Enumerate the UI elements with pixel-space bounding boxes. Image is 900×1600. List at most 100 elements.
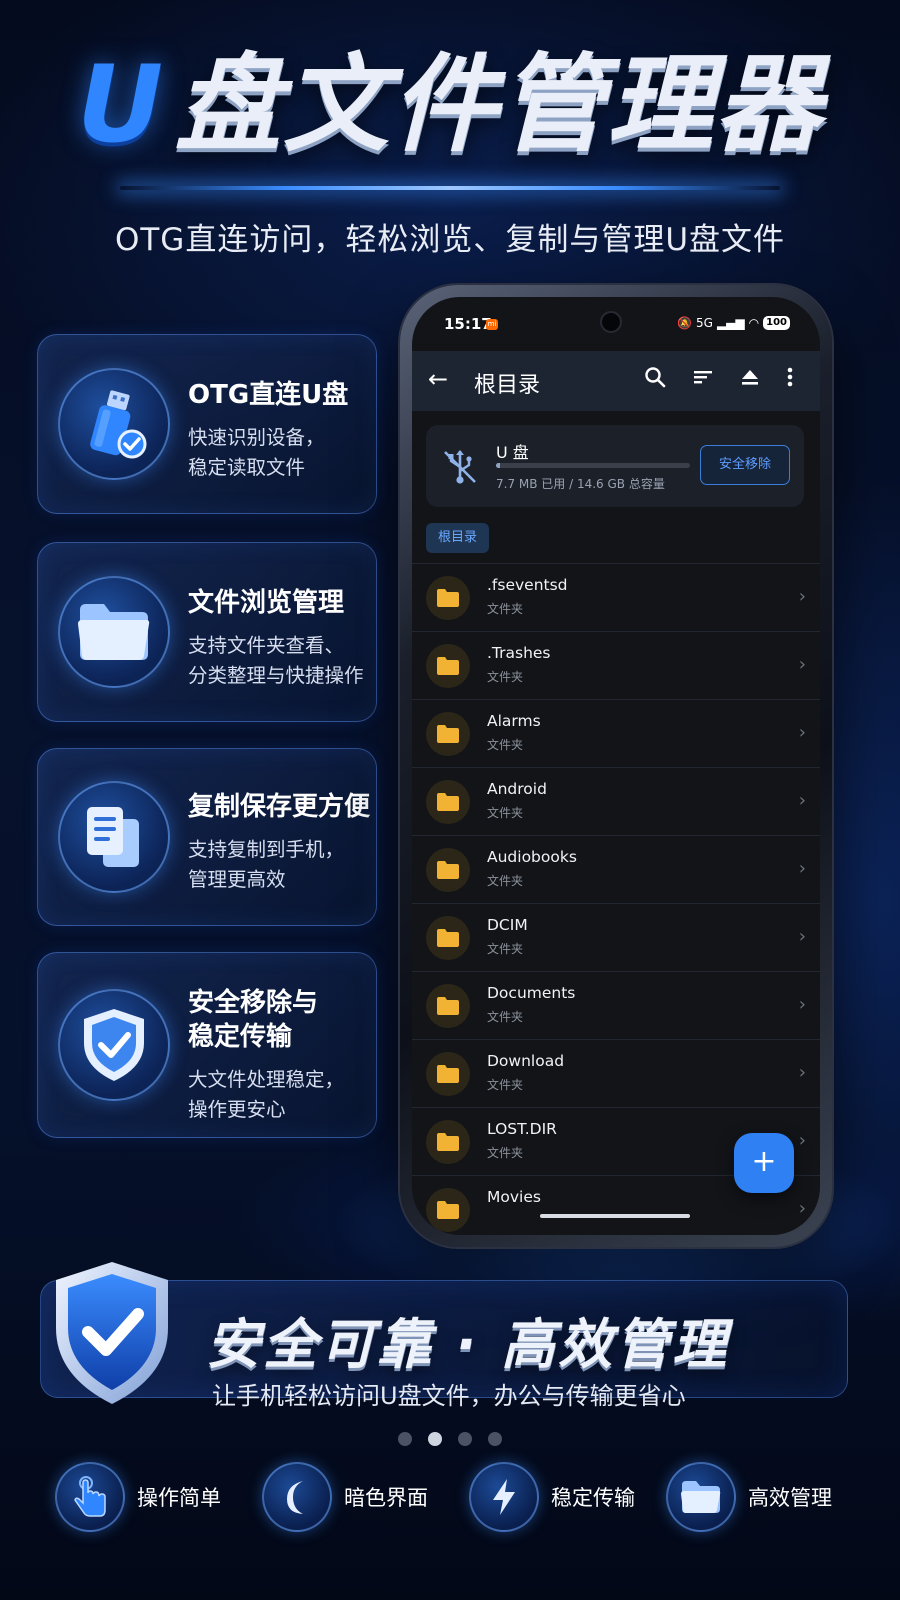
- folder-icon: [426, 712, 470, 756]
- safe-eject-button[interactable]: 安全移除: [700, 445, 790, 485]
- file-name: Movies: [487, 1188, 541, 1206]
- chevron-right-icon: ›: [798, 1198, 806, 1219]
- file-row[interactable]: .fseventsd 文件夹 ›: [412, 563, 820, 631]
- feature-desc-line: 操作更安心: [188, 1098, 286, 1122]
- folder-icon: [426, 1188, 470, 1232]
- bottom-feature-label: 稳定传输: [551, 1486, 635, 1510]
- pager-dot[interactable]: [488, 1432, 502, 1446]
- moon-icon: [262, 1462, 332, 1532]
- file-row[interactable]: Android 文件夹 ›: [412, 767, 820, 835]
- folder-icon: [426, 1120, 470, 1164]
- hero-subtitle: OTG直连访问，轻松浏览、复制与管理U盘文件: [114, 222, 786, 258]
- file-type: 文件夹: [487, 1078, 524, 1092]
- chevron-right-icon: ›: [798, 1062, 806, 1083]
- more-icon[interactable]: [786, 366, 794, 393]
- usb-icon: [440, 447, 480, 487]
- usb-name: U 盘: [496, 443, 529, 462]
- bottom-feature-label: 暗色界面: [344, 1486, 428, 1510]
- folder-icon: [58, 576, 170, 688]
- usb-storage-card[interactable]: U 盘 7.7 MB 已用 / 14.6 GB 总容量 安全移除: [426, 425, 804, 507]
- pager-dot[interactable]: [398, 1432, 412, 1446]
- file-type: 文件夹: [487, 670, 524, 684]
- feature-card-otg: OTG直连U盘 快速识别设备， 稳定读取文件: [37, 334, 377, 514]
- back-arrow-icon[interactable]: ←: [428, 365, 448, 393]
- bottom-feature-simple: 操作简单: [55, 1462, 221, 1532]
- banner-subtitle: 让手机轻松访问U盘文件，办公与传输更省心: [212, 1382, 686, 1410]
- file-name: Android: [487, 780, 547, 798]
- bottom-feature-efficient: 高效管理: [666, 1462, 832, 1532]
- shield-check-icon: [48, 1258, 176, 1408]
- chevron-right-icon: ›: [798, 722, 806, 743]
- phone-screen: 15:17 mi 🔕 5G ▂▄▆ ◠ 100 ← 根目录 U 盘 7.7 MB…: [412, 297, 820, 1235]
- file-name: Audiobooks: [487, 848, 577, 866]
- file-name: .Trashes: [487, 644, 551, 662]
- feature-card-browse: 文件浏览管理 支持文件夹查看、 分类整理与快捷操作: [37, 542, 377, 722]
- mi-icon: mi: [486, 319, 498, 330]
- file-row[interactable]: Documents 文件夹 ›: [412, 971, 820, 1039]
- file-type: 文件夹: [487, 806, 524, 820]
- copy-icon: [58, 781, 170, 893]
- file-name: Download: [487, 1052, 565, 1070]
- sort-icon[interactable]: [692, 366, 714, 393]
- feature-desc: 大文件处理稳定， 操作更安心: [188, 1065, 344, 1125]
- file-row[interactable]: Audiobooks 文件夹 ›: [412, 835, 820, 903]
- chevron-right-icon: ›: [798, 654, 806, 675]
- file-type: 文件夹: [487, 1146, 524, 1160]
- add-fab-button[interactable]: +: [734, 1133, 794, 1193]
- wifi-icon: ◠: [748, 316, 760, 330]
- file-row[interactable]: Alarms 文件夹 ›: [412, 699, 820, 767]
- folder-icon: [426, 916, 470, 960]
- signal-icon: ▂▄▆: [716, 316, 745, 330]
- file-name: .fseventsd: [487, 576, 568, 594]
- eject-icon[interactable]: [740, 366, 760, 393]
- feature-desc-line: 快速识别设备，: [188, 426, 325, 449]
- feature-title: OTG直连U盘: [188, 380, 349, 410]
- feature-title: 文件浏览管理: [188, 588, 345, 618]
- hero-title-text: 盘文件管理器: [175, 43, 824, 166]
- home-indicator[interactable]: [540, 1214, 690, 1218]
- chevron-right-icon: ›: [798, 790, 806, 811]
- battery-level: 100: [763, 316, 790, 330]
- app-bar-title: 根目录: [474, 373, 541, 398]
- pager-dot[interactable]: [458, 1432, 472, 1446]
- title-glow-line: [120, 186, 780, 190]
- file-type: 文件夹: [487, 1010, 524, 1024]
- feature-card-copy: 复制保存更方便 支持复制到手机， 管理更高效: [37, 748, 377, 926]
- mute-icon: 🔕: [677, 316, 693, 330]
- chevron-right-icon: ›: [798, 994, 806, 1015]
- status-time: 15:17: [444, 315, 492, 333]
- chevron-right-icon: ›: [798, 586, 806, 607]
- folder-icon: [426, 848, 470, 892]
- breadcrumb[interactable]: 根目录: [426, 523, 490, 553]
- usb-usage-text: 7.7 MB 已用 / 14.6 GB 总容量: [496, 477, 665, 491]
- feature-desc-line: 管理更高效: [188, 868, 286, 892]
- camera-cutout: [600, 311, 622, 333]
- file-row[interactable]: DCIM 文件夹 ›: [412, 903, 820, 971]
- pager-dot[interactable]: [428, 1432, 442, 1446]
- signal-label: 5G: [696, 316, 713, 330]
- folder-icon: [666, 1462, 736, 1532]
- app-bar: ← 根目录: [412, 351, 820, 411]
- feature-desc-line: 分类整理与快捷操作: [188, 664, 364, 688]
- feature-desc: 支持文件夹查看、 分类整理与快捷操作: [188, 631, 364, 691]
- feature-title-line: 安全移除与: [188, 988, 319, 1018]
- file-name: LOST.DIR: [487, 1120, 557, 1138]
- status-icons: 🔕 5G ▂▄▆ ◠ 100: [677, 316, 790, 330]
- folder-icon: [426, 780, 470, 824]
- feature-title: 安全移除与 稳定传输: [188, 987, 318, 1055]
- search-icon[interactable]: [644, 366, 666, 393]
- folder-icon: [426, 644, 470, 688]
- file-name: Documents: [487, 984, 576, 1002]
- usb-usage-bar: [496, 463, 690, 468]
- file-row[interactable]: .Trashes 文件夹 ›: [412, 631, 820, 699]
- feature-title: 复制保存更方便: [188, 792, 371, 822]
- feature-card-safe-eject: 安全移除与 稳定传输 大文件处理稳定， 操作更安心: [37, 952, 377, 1138]
- status-bar: 15:17 mi 🔕 5G ▂▄▆ ◠ 100: [412, 297, 820, 351]
- file-row[interactable]: Download 文件夹 ›: [412, 1039, 820, 1107]
- hero-title-u: U: [76, 43, 166, 166]
- folder-icon: [426, 576, 470, 620]
- folder-icon: [426, 984, 470, 1028]
- usb-usage-fill: [496, 463, 500, 468]
- usb-drive-icon: [58, 368, 170, 480]
- file-type: 文件夹: [487, 602, 524, 616]
